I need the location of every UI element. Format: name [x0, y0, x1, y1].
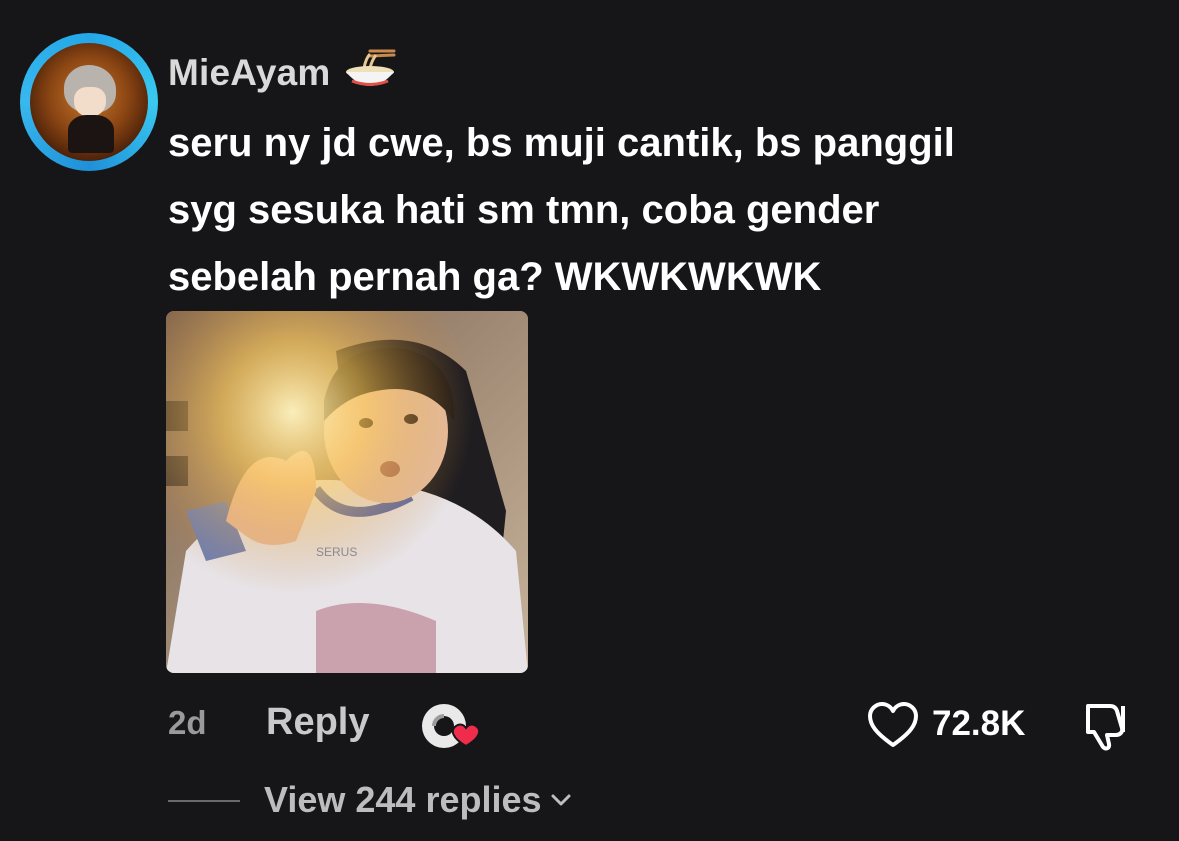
- username[interactable]: MieAyam: [168, 52, 330, 94]
- image-watermark: SERUS: [316, 545, 357, 559]
- avatar-image: [30, 43, 148, 161]
- photo-illustration: SERUS: [166, 311, 528, 673]
- replies-divider: [168, 800, 240, 802]
- avatar[interactable]: [20, 33, 158, 171]
- thumbs-down-icon[interactable]: [1080, 700, 1134, 752]
- noodle-bowl-icon: [346, 49, 396, 86]
- comment-line: sebelah pernah ga? WKWKWKWK: [168, 255, 822, 299]
- comment-attached-image[interactable]: SERUS: [166, 311, 528, 673]
- comment-line: seru ny jd cwe, bs muji cantik, bs pangg…: [168, 121, 955, 165]
- comment-time: 2d: [168, 704, 207, 741]
- chevron-down-icon: [551, 794, 571, 806]
- comment-line: syg sesuka hati sm tmn, coba gender: [168, 188, 880, 232]
- comment-card: MieAyam seru ny jd cwe, bs muji cantik, …: [0, 0, 1179, 841]
- gif-sticker-icon[interactable]: [420, 700, 480, 754]
- view-replies-button[interactable]: View 244 replies: [264, 779, 574, 821]
- view-replies-label: View 244 replies: [264, 779, 542, 820]
- avatar-body: [68, 115, 114, 153]
- like-count: 72.8K: [932, 704, 1026, 743]
- reply-button[interactable]: Reply: [266, 701, 369, 744]
- heart-outline-icon[interactable]: [866, 700, 920, 750]
- comment-text: seru ny jd cwe, bs muji cantik, bs pangg…: [168, 110, 1128, 311]
- avatar-face: [74, 87, 106, 117]
